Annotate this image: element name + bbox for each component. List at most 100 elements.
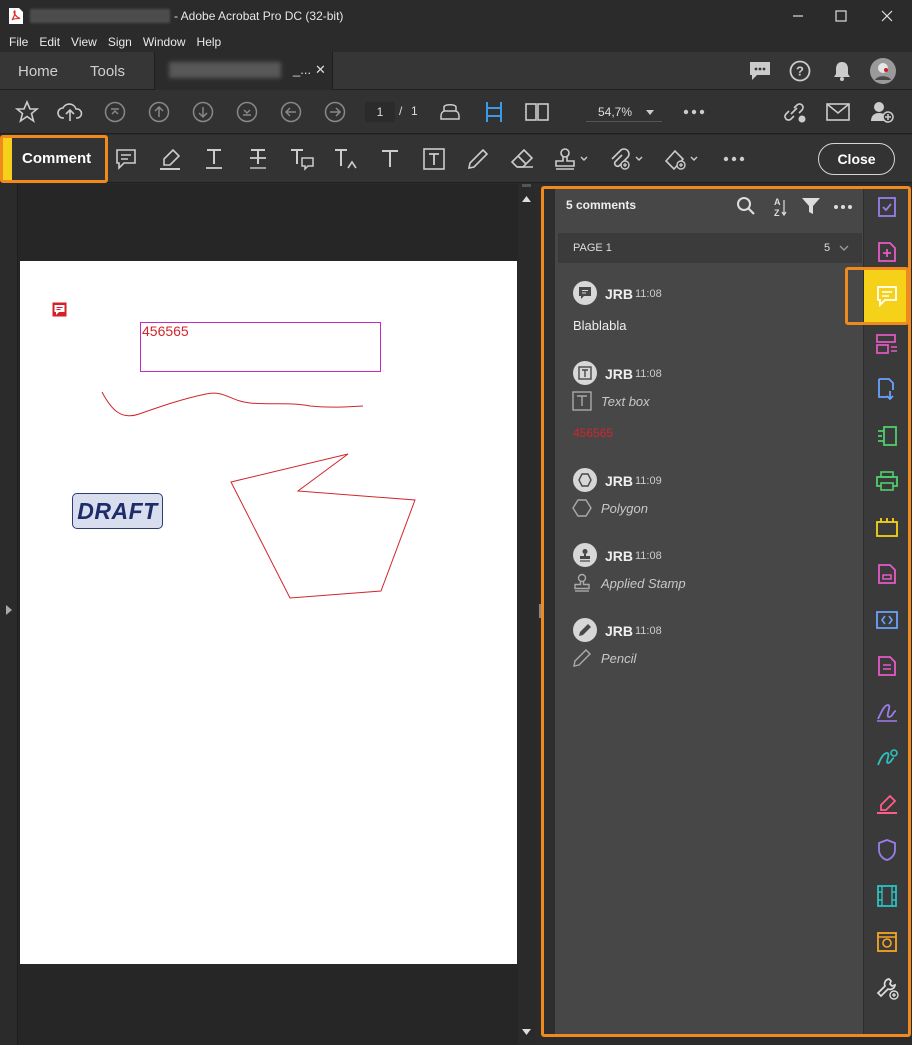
share-comments-icon[interactable]	[748, 60, 772, 82]
text-box-icon[interactable]	[421, 146, 447, 172]
page-group-header[interactable]: PAGE 1 5	[558, 233, 862, 263]
more-options-icon[interactable]	[681, 99, 707, 125]
vertical-scrollbar[interactable]	[518, 184, 535, 1045]
menu-file[interactable]: File	[9, 35, 28, 49]
comments-count: 5 comments	[566, 198, 637, 212]
request-signature-icon[interactable]	[874, 745, 900, 771]
attach-file-icon[interactable]	[608, 146, 644, 172]
sort-az-icon[interactable]: AZ	[770, 196, 788, 218]
user-avatar[interactable]	[870, 58, 896, 84]
minimize-button[interactable]	[775, 0, 821, 32]
export-pdf-icon[interactable]	[874, 376, 900, 402]
menu-view[interactable]: View	[71, 35, 97, 49]
tab-document[interactable]: _... ✕	[154, 52, 333, 90]
add-user-icon[interactable]	[869, 99, 895, 125]
menu-help[interactable]: Help	[197, 35, 222, 49]
panel-more-options-icon[interactable]	[833, 204, 853, 210]
tab-tools[interactable]: Tools	[90, 52, 125, 90]
strikethrough-text-icon[interactable]	[245, 146, 271, 172]
left-panel-toggle[interactable]	[0, 184, 18, 1045]
bookmark-star-icon[interactable]	[14, 99, 40, 125]
comment-icon[interactable]	[874, 283, 900, 309]
polygon-comment-icon	[573, 468, 597, 492]
help-icon[interactable]: ?	[789, 60, 811, 82]
back-view-icon[interactable]	[278, 99, 304, 125]
comment-type: Applied Stamp	[601, 576, 686, 591]
replace-text-icon[interactable]	[289, 146, 315, 172]
create-form-icon[interactable]	[874, 561, 900, 587]
comment-time: 11:08	[635, 288, 662, 300]
menu-edit[interactable]: Edit	[39, 35, 60, 49]
sticky-note-comment-icon	[573, 281, 597, 305]
more-tools-icon[interactable]	[874, 975, 900, 1001]
comment-type: Polygon	[601, 501, 648, 516]
close-comment-tool-button[interactable]: Close	[818, 143, 895, 175]
comment-time: 11:08	[635, 625, 662, 637]
draft-stamp-annotation[interactable]: DRAFT	[72, 493, 163, 529]
comment-item[interactable]: JRB 11:08 Applied Stamp	[565, 541, 855, 601]
document-tab-close-icon[interactable]: ✕	[315, 62, 326, 78]
action-wizard-icon[interactable]	[874, 929, 900, 955]
comment-time: 11:09	[635, 475, 662, 487]
read-aloud-icon[interactable]	[437, 99, 463, 125]
chevron-down-icon	[646, 110, 654, 115]
highlight-text-icon[interactable]	[157, 146, 183, 172]
share-link-icon[interactable]	[782, 99, 808, 125]
next-page-icon[interactable]	[190, 99, 216, 125]
comment-item[interactable]: JRB 11:08 Pencil	[565, 616, 855, 676]
print-production-icon[interactable]	[874, 468, 900, 494]
combine-files-icon[interactable]	[874, 514, 900, 540]
zoom-select[interactable]: 54,7%	[586, 102, 662, 122]
page-group-count: 5	[824, 242, 831, 254]
eraser-icon[interactable]	[509, 146, 535, 172]
maximize-button[interactable]	[818, 0, 864, 32]
menu-sign[interactable]: Sign	[108, 35, 132, 49]
forward-view-icon[interactable]	[322, 99, 348, 125]
window-close-button[interactable]	[864, 0, 910, 32]
last-page-icon[interactable]	[234, 99, 260, 125]
polygon-annotation	[230, 453, 416, 599]
previous-page-icon[interactable]	[146, 99, 172, 125]
filter-icon[interactable]	[801, 197, 821, 215]
page-number-input[interactable]: 1	[365, 102, 395, 122]
svg-text:?: ?	[796, 64, 804, 79]
two-page-view-icon[interactable]	[524, 99, 550, 125]
email-icon[interactable]	[825, 99, 851, 125]
comment-item[interactable]: JRB 11:08 Blablabla	[565, 279, 855, 339]
insert-text-icon[interactable]	[333, 146, 359, 172]
rich-media-icon[interactable]	[874, 653, 900, 679]
comment-author: JRB	[605, 286, 634, 302]
create-pdf-icon[interactable]	[874, 239, 900, 265]
title-bar: - Adobe Acrobat Pro DC (32-bit)	[0, 0, 912, 32]
drawing-tools-icon[interactable]	[663, 146, 699, 172]
fit-width-icon[interactable]	[481, 99, 507, 125]
media-icon[interactable]	[874, 883, 900, 909]
organize-pages-icon[interactable]	[874, 331, 900, 357]
comment-author: JRB	[605, 366, 634, 382]
search-icon[interactable]	[736, 196, 756, 216]
comment-author: JRB	[605, 623, 634, 639]
document-tab-suffix: _...	[293, 62, 312, 77]
stamp-type-icon	[572, 573, 592, 593]
comment-item[interactable]: JRB 11:09 Polygon	[565, 466, 855, 526]
pencil-draw-icon[interactable]	[465, 146, 491, 172]
redact-icon[interactable]	[874, 791, 900, 817]
first-page-icon[interactable]	[102, 99, 128, 125]
javascript-icon[interactable]	[874, 607, 900, 633]
upload-cloud-icon[interactable]	[57, 99, 83, 125]
menu-window[interactable]: Window	[143, 35, 186, 49]
edit-pdf-icon[interactable]	[874, 423, 900, 449]
add-text-comment-icon[interactable]	[377, 146, 403, 172]
menu-bar: File Edit View Sign Window Help	[0, 32, 912, 52]
protect-icon[interactable]	[874, 837, 900, 863]
comment-more-options-icon[interactable]	[721, 146, 747, 172]
sticky-note-icon[interactable]	[113, 146, 139, 172]
tab-home[interactable]: Home	[18, 52, 58, 90]
underline-text-icon[interactable]	[201, 146, 227, 172]
comment-item[interactable]: JRB 11:08 Text box 456565	[565, 359, 855, 449]
stamp-tool-icon[interactable]	[553, 146, 589, 172]
fill-sign-icon[interactable]	[874, 194, 900, 220]
notifications-bell-icon[interactable]	[832, 60, 852, 82]
svg-text:A: A	[774, 197, 781, 207]
fill-and-sign-icon[interactable]	[874, 699, 900, 725]
